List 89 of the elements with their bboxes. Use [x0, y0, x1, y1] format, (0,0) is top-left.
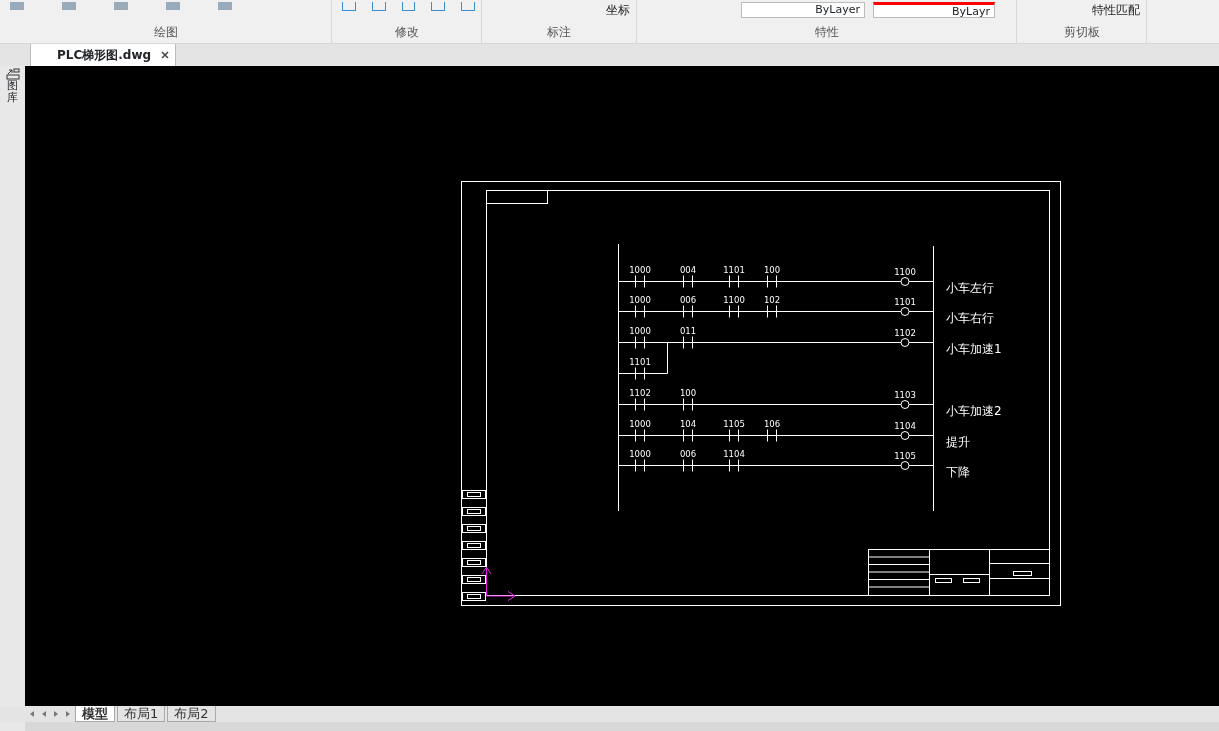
- contact-icon: [683, 275, 693, 288]
- output-label: 小车左行: [946, 280, 994, 295]
- coil-icon: [900, 400, 910, 409]
- output-label: 小车加速1: [946, 341, 1002, 356]
- contact-label: 1000: [629, 448, 651, 459]
- contact-icon: [683, 305, 693, 318]
- tool-icon[interactable]: [342, 2, 356, 11]
- layout-tab[interactable]: 模型: [75, 706, 115, 722]
- coil-label: 1103: [894, 389, 916, 400]
- coil-label: 1100: [894, 266, 916, 277]
- coil-icon: [900, 461, 910, 470]
- branch-line: [618, 342, 668, 374]
- contact-icon: [635, 459, 645, 472]
- margin-cell-drawing: [462, 490, 486, 499]
- contact-icon: [635, 429, 645, 442]
- margin-cell-drawing: [462, 558, 486, 567]
- horizontal-scrollbar[interactable]: [25, 722, 1219, 731]
- contact-label: 104: [679, 418, 697, 429]
- tool-icon[interactable]: [371, 2, 386, 11]
- contact-label: 1000: [629, 325, 651, 336]
- margin-cell-drawing: [462, 575, 486, 584]
- contact-label: 006: [679, 294, 697, 305]
- contact-icon: [683, 336, 693, 349]
- contact-icon: [767, 275, 777, 288]
- margin-cell-drawing: [462, 592, 486, 601]
- contact-icon: [729, 305, 739, 318]
- contact-icon: [683, 429, 693, 442]
- contact-label: 100: [679, 387, 697, 398]
- panel-toggle-icon[interactable]: [5, 68, 20, 80]
- linetype-combo[interactable]: ByLayer: [741, 2, 865, 18]
- contact-icon: [729, 275, 739, 288]
- contact-icon: [767, 429, 777, 442]
- contact-label: 1102: [629, 387, 651, 398]
- contact-label: 1101: [629, 356, 651, 367]
- ribbon-group-label: 绘图: [152, 24, 179, 41]
- match-properties-button[interactable]: 特性匹配: [1092, 2, 1140, 18]
- tool-icon[interactable]: [431, 2, 446, 11]
- contact-icon: [635, 336, 645, 349]
- coil-label: 1104: [894, 420, 916, 431]
- coordinate-dropdown[interactable]: 坐标: [606, 2, 630, 18]
- close-icon[interactable]: [161, 51, 170, 59]
- contact-icon: [729, 459, 739, 472]
- ribbon-group-label: 剪切板: [1062, 24, 1101, 41]
- coil-label: 1101: [894, 296, 916, 307]
- coil-label: 1102: [894, 327, 916, 338]
- contact-label: 1101: [723, 264, 745, 275]
- ribbon-group-label: 特性: [813, 24, 840, 41]
- contact-icon: [635, 367, 645, 380]
- contact-label: 1104: [723, 448, 745, 459]
- contact-label: 004: [679, 264, 697, 275]
- tool-icon[interactable]: [401, 2, 416, 11]
- contact-icon: [729, 429, 739, 442]
- contact-label: 1100: [723, 294, 745, 305]
- contact-label: 006: [679, 448, 697, 459]
- contact-label: 1000: [629, 264, 651, 275]
- coil-label: 1105: [894, 450, 916, 461]
- output-label: 小车加速2: [946, 403, 1002, 418]
- contact-label: 100: [763, 264, 781, 275]
- output-label: 下降: [946, 464, 970, 479]
- color-combo[interactable]: ByLayr: [873, 2, 995, 18]
- contact-icon: [635, 305, 645, 318]
- output-label: 小车右行: [946, 310, 994, 325]
- layout-tab[interactable]: 布局1: [117, 706, 166, 722]
- coil-icon: [900, 338, 910, 347]
- margin-cell-drawing: [462, 524, 486, 533]
- margin-cell-drawing: [462, 541, 486, 550]
- contact-label: 1105: [723, 418, 745, 429]
- tool-icon[interactable]: [461, 2, 475, 11]
- coil-icon: [900, 431, 910, 440]
- contact-label: 106: [763, 418, 781, 429]
- ribbon-group-label: 修改: [393, 24, 420, 41]
- contact-icon: [767, 305, 777, 318]
- margin-cell-drawing: [462, 507, 486, 516]
- contact-icon: [635, 398, 645, 411]
- coil-icon: [900, 277, 910, 286]
- output-label: 提升: [946, 434, 970, 449]
- ribbon-group-label: 标注: [546, 24, 572, 41]
- file-tab[interactable]: PLC梯形图.dwg: [30, 43, 177, 66]
- contact-label: 102: [763, 294, 781, 305]
- contact-icon: [683, 398, 693, 411]
- layout-tab[interactable]: 布局2: [167, 706, 216, 722]
- coil-icon: [900, 307, 910, 316]
- contact-icon: [635, 275, 645, 288]
- contact-label: 011: [679, 325, 697, 336]
- side-panel-label[interactable]: 图库: [7, 80, 18, 105]
- contact-label: 1000: [629, 294, 651, 305]
- ucs-axis-icon: [481, 566, 516, 601]
- contact-icon: [683, 459, 693, 472]
- contact-label: 1000: [629, 418, 651, 429]
